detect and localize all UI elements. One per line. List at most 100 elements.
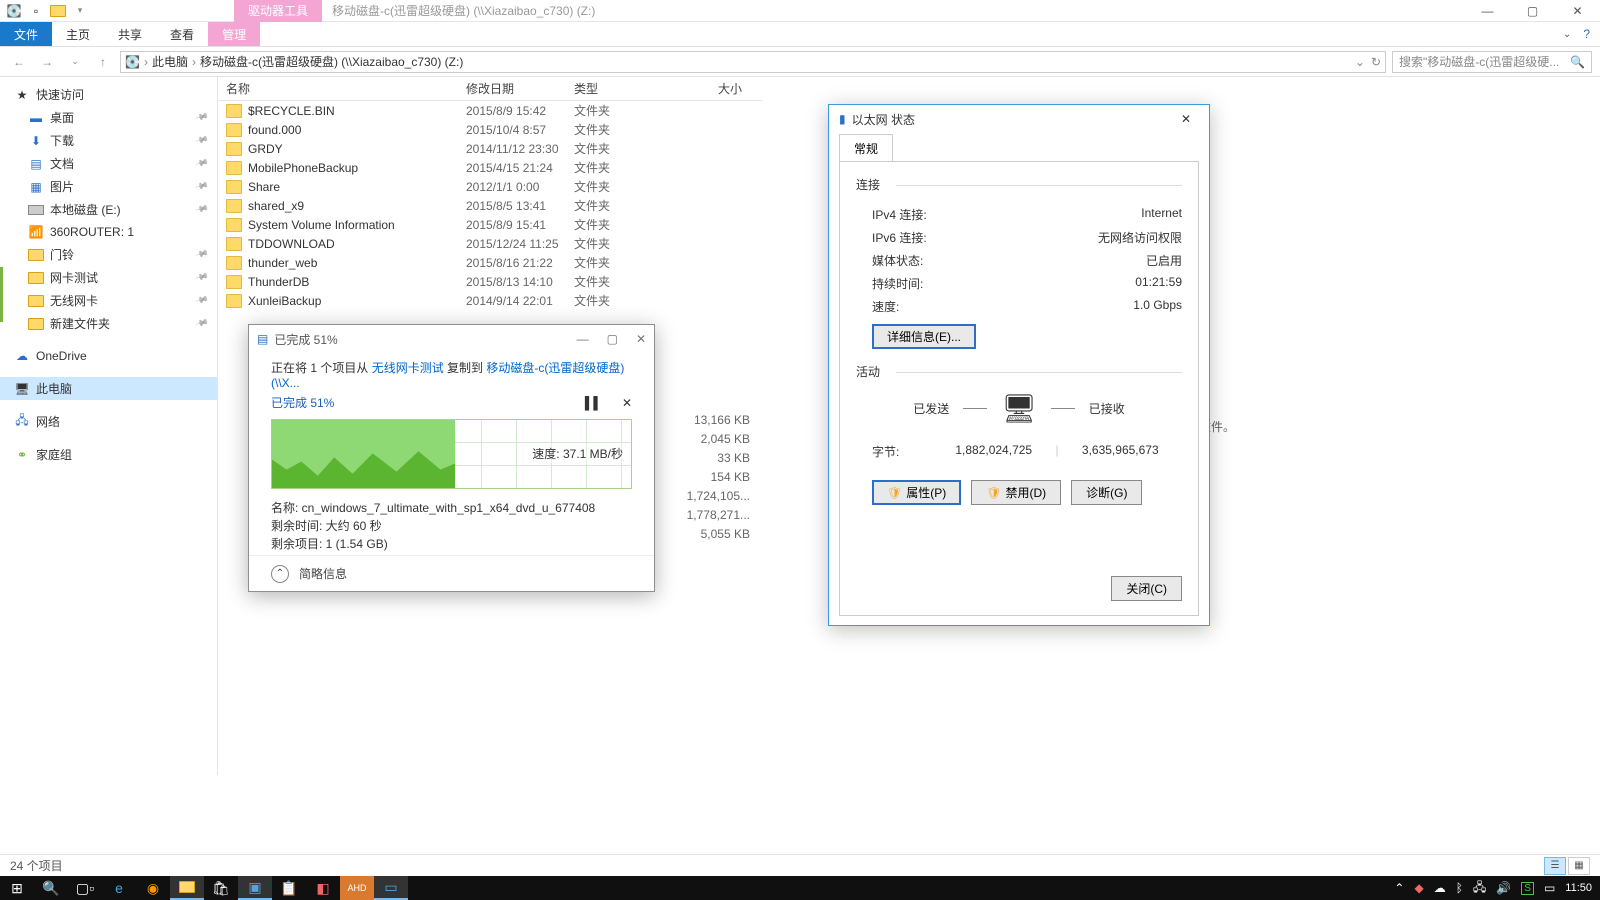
qat-dropdown-icon[interactable]: ▾	[72, 3, 88, 19]
chevron-right-icon[interactable]: ›	[192, 55, 196, 69]
eth-tab-general[interactable]: 常规	[839, 134, 893, 162]
sidebar-item-nettest[interactable]: 网卡测试	[0, 266, 217, 289]
col-name[interactable]: 名称	[226, 80, 466, 97]
taskbar-search-icon[interactable]: 🔍	[34, 876, 68, 900]
col-date[interactable]: 修改日期	[466, 80, 574, 97]
copy-minimize-button[interactable]: —	[577, 332, 589, 346]
ribbon-tab-file[interactable]: 文件	[0, 22, 52, 46]
sidebar-label: 网卡测试	[50, 269, 98, 286]
close-button[interactable]: ✕	[1555, 0, 1600, 22]
taskbar-app1-icon[interactable]: ▣	[238, 876, 272, 900]
view-icons-button[interactable]: ▦	[1568, 857, 1590, 875]
taskbar-app3-icon[interactable]: ◧	[306, 876, 340, 900]
sidebar-onedrive[interactable]: ☁OneDrive	[0, 345, 217, 367]
nav-forward-button[interactable]: →	[36, 51, 58, 73]
help-icon[interactable]: ?	[1583, 27, 1590, 41]
sidebar-item-newfolder[interactable]: 新建文件夹	[0, 312, 217, 335]
file-name: TDDOWNLOAD	[248, 237, 466, 251]
sidebar-item-doorbell[interactable]: 门铃	[0, 243, 217, 266]
tray-ime-icon[interactable]: S	[1521, 882, 1534, 895]
sidebar-item-local-e[interactable]: 本地磁盘 (E:)	[0, 198, 217, 221]
tray-bluetooth-icon[interactable]: ᛒ	[1456, 881, 1463, 895]
tray-up-icon[interactable]: ⌃	[1394, 881, 1404, 895]
eth-close-x-button[interactable]: ✕	[1173, 112, 1199, 126]
file-type: 文件夹	[574, 121, 682, 138]
sidebar-label: 桌面	[50, 109, 74, 126]
taskbar-taskview-icon[interactable]: ▢▫	[68, 876, 102, 900]
col-size[interactable]: 大小	[682, 80, 762, 97]
nav-up-button[interactable]: ↑	[92, 51, 114, 73]
ribbon-tab-view[interactable]: 查看	[156, 22, 208, 46]
eth-details-button[interactable]: 详细信息(E)...	[872, 324, 976, 349]
sidebar-item-pictures[interactable]: ▦图片	[0, 175, 217, 198]
ribbon-tab-home[interactable]: 主页	[52, 22, 104, 46]
copy-brief-toggle[interactable]: 简略信息	[299, 565, 347, 582]
sidebar-quick-access[interactable]: ★快速访问	[0, 83, 217, 106]
chevron-up-icon[interactable]: ⌃	[271, 565, 289, 583]
folder-icon	[226, 294, 242, 308]
ribbon-tab-manage[interactable]: 管理	[208, 22, 260, 46]
breadcrumb[interactable]: 💽 › 此电脑 › 移动磁盘-c(迅雷超级硬盘) (\\Xiazaibao_c7…	[120, 51, 1386, 73]
qat-properties-icon[interactable]: ▫	[28, 3, 44, 19]
file-row[interactable]: XunleiBackup2014/9/14 22:01文件夹	[218, 291, 762, 310]
file-row[interactable]: MobilePhoneBackup2015/4/15 21:24文件夹	[218, 158, 762, 177]
ribbon-expand-icon[interactable]: ⌄	[1563, 29, 1571, 40]
taskbar-app5-icon[interactable]: ▭	[374, 876, 408, 900]
breadcrumb-drive[interactable]: 移动磁盘-c(迅雷超级硬盘) (\\Xiazaibao_c730) (Z:)	[200, 53, 463, 70]
copy-src-link[interactable]: 无线网卡测试	[372, 361, 444, 375]
file-row[interactable]: $RECYCLE.BIN2015/8/9 15:42文件夹	[218, 101, 762, 120]
tray-onedrive-icon[interactable]: ☁	[1434, 881, 1446, 895]
ribbon-tab-share[interactable]: 共享	[104, 22, 156, 46]
sidebar-item-downloads[interactable]: ⬇下载	[0, 129, 217, 152]
ethernet-status-dialog: ▮ 以太网 状态 ✕ 常规 连接 IPv4 连接:Internet IPv6 连…	[828, 104, 1210, 626]
taskbar-edge-icon[interactable]: e	[102, 876, 136, 900]
eth-diagnose-button[interactable]: 诊断(G)	[1071, 480, 1142, 505]
eth-close-button[interactable]: 关闭(C)	[1111, 576, 1182, 601]
breadcrumb-refresh-icon[interactable]: ↻	[1371, 55, 1381, 69]
tray-volume-icon[interactable]: 🔊	[1496, 881, 1511, 895]
nav-back-button[interactable]: ←	[8, 51, 30, 73]
sidebar-item-360router[interactable]: 📶360ROUTER: 1	[0, 221, 217, 243]
copy-maximize-button[interactable]: ▢	[607, 332, 618, 346]
copy-cancel-button[interactable]: ✕	[622, 396, 632, 410]
file-row[interactable]: found.0002015/10/4 8:57文件夹	[218, 120, 762, 139]
taskbar-app2-icon[interactable]: 📋	[272, 876, 306, 900]
taskbar-store-icon[interactable]: 🛍	[204, 876, 238, 900]
breadcrumb-dropdown-icon[interactable]: ⌄	[1355, 55, 1365, 69]
copy-close-button[interactable]: ✕	[636, 332, 646, 346]
breadcrumb-thispc[interactable]: 此电脑	[152, 53, 188, 70]
file-row[interactable]: shared_x92015/8/5 13:41文件夹	[218, 196, 762, 215]
file-row[interactable]: ThunderDB2015/8/13 14:10文件夹	[218, 272, 762, 291]
tray-app-icon[interactable]: ◆	[1414, 881, 1423, 895]
tray-action-icon[interactable]: ▭	[1544, 881, 1555, 895]
taskbar-firefox-icon[interactable]: ◉	[136, 876, 170, 900]
file-row[interactable]: Share2012/1/1 0:00文件夹	[218, 177, 762, 196]
sidebar-item-documents[interactable]: ▤文档	[0, 152, 217, 175]
chevron-right-icon[interactable]: ›	[144, 55, 148, 69]
qat-newfolder-icon[interactable]	[50, 3, 66, 19]
start-button[interactable]: ⊞	[0, 876, 34, 900]
col-type[interactable]: 类型	[574, 80, 682, 97]
taskbar-app4-icon[interactable]: AHD	[340, 876, 374, 900]
eth-properties-button[interactable]: 🛡属性(P)	[872, 480, 961, 505]
file-row[interactable]: TDDOWNLOAD2015/12/24 11:25文件夹	[218, 234, 762, 253]
search-input[interactable]: 搜索"移动磁盘-c(迅雷超级硬... 🔍	[1392, 51, 1592, 73]
sidebar-item-desktop[interactable]: ▬桌面	[0, 106, 217, 129]
file-row[interactable]: System Volume Information2015/8/9 15:41文…	[218, 215, 762, 234]
sidebar-network[interactable]: 🖧网络	[0, 410, 217, 433]
eth-disable-button[interactable]: 🛡禁用(D)	[971, 480, 1061, 505]
copy-pause-button[interactable]: ▌▌	[585, 396, 602, 410]
maximize-button[interactable]: ▢	[1510, 0, 1555, 22]
context-tab-drive-tools[interactable]: 驱动器工具	[234, 0, 322, 22]
taskbar-clock[interactable]: 11:50	[1565, 882, 1592, 894]
sidebar-item-wifi[interactable]: 无线网卡	[0, 289, 217, 312]
tray-network-icon[interactable]: 🖧	[1473, 878, 1486, 899]
view-details-button[interactable]: ☰	[1544, 857, 1566, 875]
file-row[interactable]: GRDY2014/11/12 23:30文件夹	[218, 139, 762, 158]
minimize-button[interactable]: —	[1465, 0, 1510, 22]
sidebar-thispc[interactable]: 🖥此电脑	[0, 377, 217, 400]
sidebar-homegroup[interactable]: ⚭家庭组	[0, 443, 217, 466]
taskbar-explorer-icon[interactable]	[170, 876, 204, 900]
nav-recent-icon[interactable]: ⌄	[64, 51, 86, 73]
file-row[interactable]: thunder_web2015/8/16 21:22文件夹	[218, 253, 762, 272]
